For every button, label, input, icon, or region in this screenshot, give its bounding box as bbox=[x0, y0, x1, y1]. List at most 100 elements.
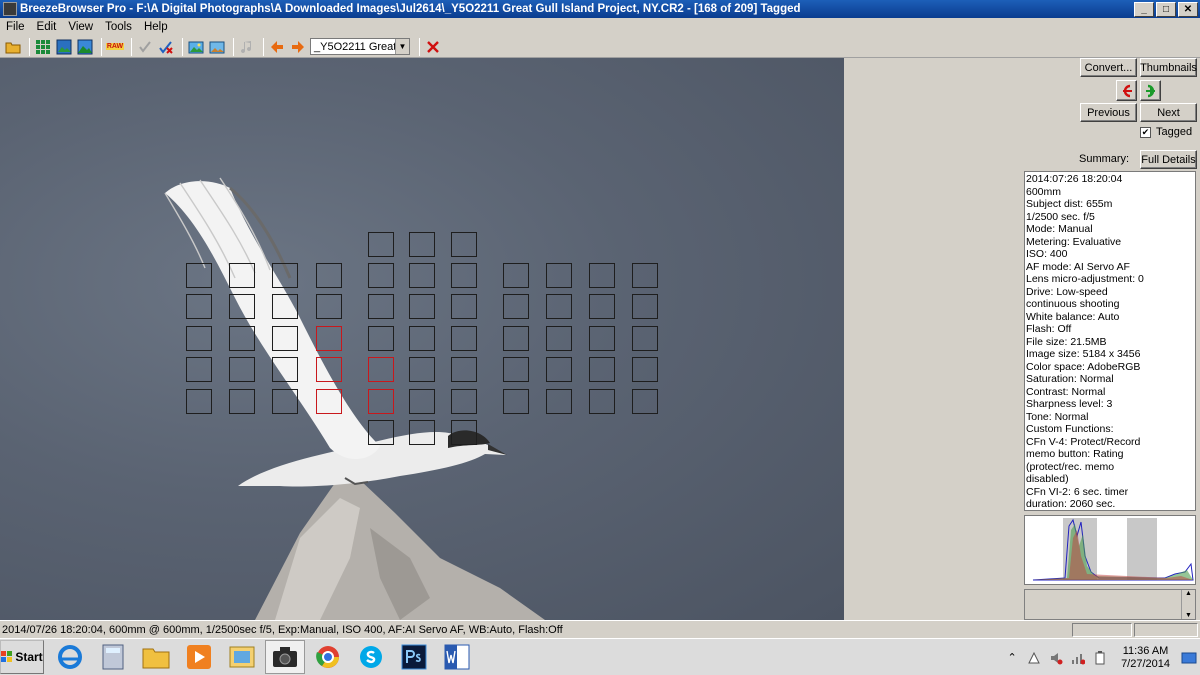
af-point bbox=[272, 357, 298, 382]
preview-icon[interactable] bbox=[55, 38, 73, 56]
rotate-left-icon[interactable] bbox=[1116, 80, 1137, 101]
toolbar-separator bbox=[419, 37, 420, 56]
network-icon[interactable] bbox=[1070, 650, 1086, 666]
photo-gallery-icon[interactable] bbox=[222, 640, 262, 674]
media-player-icon[interactable] bbox=[179, 640, 219, 674]
untag-icon[interactable] bbox=[157, 38, 175, 56]
open-folder-icon[interactable] bbox=[4, 38, 22, 56]
title-bar[interactable]: BreezeBrowser Pro - F:\A Digital Photogr… bbox=[0, 0, 1200, 18]
af-point bbox=[316, 294, 342, 319]
chrome-icon[interactable] bbox=[308, 640, 348, 674]
status-bar: 2014/07/26 18:20:04, 600mm @ 600mm, 1/25… bbox=[0, 620, 1200, 638]
menu-view[interactable]: View bbox=[62, 21, 99, 33]
app-window: BreezeBrowser Pro - F:\A Digital Photogr… bbox=[0, 0, 1200, 675]
af-point bbox=[368, 326, 394, 351]
af-point bbox=[546, 357, 572, 382]
toolbar-separator bbox=[263, 37, 264, 56]
full-image-icon[interactable] bbox=[76, 38, 94, 56]
af-point bbox=[632, 357, 658, 382]
exif-details-box[interactable]: 2014:07:26 18:20:04 600mm Subject dist: 65… bbox=[1024, 171, 1196, 511]
minimize-button[interactable]: _ bbox=[1134, 1, 1154, 17]
show-desktop-icon[interactable] bbox=[1181, 650, 1197, 666]
af-point bbox=[186, 294, 212, 319]
file-explorer-icon[interactable] bbox=[136, 640, 176, 674]
breezebrowser-icon[interactable] bbox=[265, 640, 305, 674]
clock[interactable]: 11:36 AM 7/27/2014 bbox=[1121, 645, 1170, 671]
print-icon[interactable] bbox=[208, 38, 226, 56]
delete-icon[interactable] bbox=[424, 38, 442, 56]
info-scrollbar[interactable]: ▲ ▼ bbox=[1181, 590, 1195, 619]
detail-line: Saturation: Normal bbox=[1026, 373, 1114, 385]
file-select-dropdown[interactable]: _Y5O2211 Great G ▼ bbox=[310, 38, 410, 55]
af-point bbox=[451, 357, 477, 382]
show-hidden-icons-icon[interactable]: ⌃ bbox=[1004, 650, 1020, 666]
af-point bbox=[186, 389, 212, 414]
internet-explorer-icon[interactable] bbox=[50, 640, 90, 674]
toolbar-separator bbox=[29, 37, 30, 56]
af-point bbox=[503, 294, 529, 319]
af-point bbox=[451, 389, 477, 414]
af-point bbox=[272, 294, 298, 319]
tagged-checkbox-row[interactable]: ✔ Tagged bbox=[1140, 126, 1192, 138]
start-label: Start bbox=[15, 650, 43, 664]
thumbnails-button[interactable]: Thumbnails bbox=[1140, 58, 1197, 77]
detail-line: continuous shooting bbox=[1026, 298, 1120, 310]
toolbar-separator bbox=[131, 37, 132, 56]
menu-file[interactable]: File bbox=[0, 21, 31, 33]
status-text: 2014/07/26 18:20:04, 600mm @ 600mm, 1/25… bbox=[2, 623, 563, 636]
full-details-button[interactable]: Full Details bbox=[1140, 150, 1197, 169]
histogram bbox=[1024, 515, 1196, 585]
af-point bbox=[503, 357, 529, 382]
histogram-graph bbox=[1032, 518, 1194, 581]
volume-icon[interactable] bbox=[1048, 650, 1064, 666]
detail-line: (protect/rec. memo bbox=[1026, 460, 1115, 473]
convert-button[interactable]: Convert... bbox=[1080, 58, 1137, 77]
photoshop-icon[interactable] bbox=[394, 640, 434, 674]
skype-icon[interactable] bbox=[351, 640, 391, 674]
af-point bbox=[546, 326, 572, 351]
af-point bbox=[632, 294, 658, 319]
detail-line: Custom Functions: bbox=[1026, 423, 1114, 435]
af-point bbox=[451, 294, 477, 319]
af-point bbox=[451, 263, 477, 288]
previous-button[interactable]: Previous bbox=[1080, 103, 1137, 122]
menu-tools[interactable]: Tools bbox=[99, 21, 138, 33]
calculator-icon[interactable] bbox=[93, 640, 133, 674]
af-point bbox=[632, 326, 658, 351]
af-point bbox=[186, 357, 212, 382]
detail-line: CFn VI-2: 6 sec. timer bbox=[1026, 485, 1129, 498]
scroll-down-icon[interactable]: ▼ bbox=[1185, 612, 1192, 619]
image-viewer[interactable] bbox=[0, 58, 844, 620]
maximize-button[interactable]: □ bbox=[1156, 1, 1176, 17]
rotate-right-icon[interactable] bbox=[1140, 80, 1161, 101]
af-point-active bbox=[368, 357, 394, 382]
scroll-up-icon[interactable]: ▲ bbox=[1185, 590, 1192, 597]
battery-icon[interactable] bbox=[1092, 650, 1108, 666]
menu-bar: File Edit View Tools Help bbox=[0, 18, 1200, 36]
next-button[interactable]: Next bbox=[1140, 103, 1197, 122]
menu-help[interactable]: Help bbox=[138, 21, 174, 33]
previous-arrow-icon[interactable] bbox=[268, 38, 286, 56]
action-center-icon[interactable] bbox=[1026, 650, 1042, 666]
raw-convert-icon[interactable]: RAW bbox=[105, 38, 125, 56]
af-point bbox=[589, 389, 615, 414]
audio-icon[interactable] bbox=[238, 38, 256, 56]
app-icon bbox=[3, 2, 17, 16]
tagged-checkbox[interactable]: ✔ bbox=[1140, 126, 1151, 138]
word-icon[interactable] bbox=[437, 640, 477, 674]
af-point bbox=[451, 326, 477, 351]
af-point bbox=[409, 420, 435, 445]
af-point bbox=[409, 326, 435, 351]
chevron-down-icon[interactable]: ▼ bbox=[395, 39, 409, 54]
close-button[interactable]: ✕ bbox=[1178, 1, 1198, 17]
menu-edit[interactable]: Edit bbox=[31, 21, 63, 33]
slideshow-icon[interactable] bbox=[187, 38, 205, 56]
next-arrow-icon[interactable] bbox=[289, 38, 307, 56]
af-point bbox=[546, 263, 572, 288]
thumbnail-grid-icon[interactable] bbox=[34, 38, 52, 56]
af-point bbox=[272, 263, 298, 288]
af-point bbox=[186, 326, 212, 351]
start-button[interactable]: Start bbox=[0, 640, 44, 674]
tag-check-icon[interactable] bbox=[136, 38, 154, 56]
clock-time: 11:36 AM bbox=[1122, 644, 1169, 657]
